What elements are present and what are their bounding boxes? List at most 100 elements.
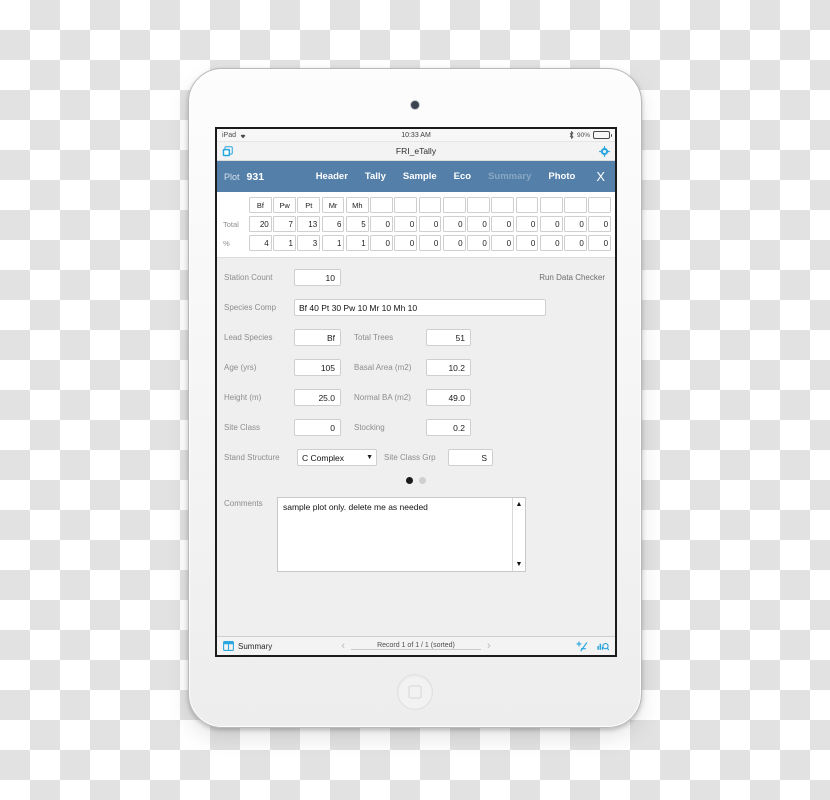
total-cell[interactable]: 5: [345, 216, 369, 232]
percent-cell[interactable]: 1: [345, 235, 369, 251]
total-cell[interactable]: 0: [515, 216, 539, 232]
plot-label: Plot: [224, 171, 240, 182]
total-cell[interactable]: 0: [394, 216, 418, 232]
site-class-label: Site Class: [224, 423, 261, 432]
lead-species-input[interactable]: Bf: [294, 329, 341, 346]
species-header-cell[interactable]: Bf: [249, 197, 272, 213]
basal-area-label: Basal Area (m2): [354, 363, 412, 372]
total-cell[interactable]: 0: [539, 216, 563, 232]
total-trees-input[interactable]: 51: [426, 329, 471, 346]
plot-number-value[interactable]: 931: [247, 171, 265, 183]
record-slider[interactable]: Record 1 of 1 / 1 (sorted): [351, 640, 481, 652]
ipad-screen: iPad 10:33 AM 90% FRI_eTally Plot 931 He…: [215, 127, 617, 657]
lead-species-label: Lead Species: [224, 333, 273, 342]
run-data-checker-button[interactable]: Run Data Checker: [539, 273, 608, 282]
percent-cell[interactable]: 0: [442, 235, 466, 251]
percent-cell[interactable]: 0: [491, 235, 515, 251]
chevron-down-icon: ▼: [366, 454, 373, 461]
total-cell[interactable]: 0: [467, 216, 490, 232]
species-comp-input[interactable]: Bf 40 Pt 30 Pw 10 Mr 10 Mh 10: [294, 299, 546, 316]
species-header-cell[interactable]: [564, 197, 587, 213]
plot-navigation-bar: Plot 931 Header Tally Sample Eco Summary…: [217, 161, 615, 192]
view-switcher[interactable]: Summary: [223, 641, 272, 651]
basal-area-input[interactable]: 10.2: [426, 359, 471, 376]
percent-cell[interactable]: 1: [321, 235, 345, 251]
species-header-cell[interactable]: [588, 197, 612, 213]
species-header-cell[interactable]: [515, 197, 539, 213]
percent-cell[interactable]: 1: [273, 235, 296, 251]
tab-header[interactable]: Header: [316, 171, 348, 182]
total-cell[interactable]: 13: [297, 216, 321, 232]
percent-cell[interactable]: 0: [418, 235, 442, 251]
normal-ba-input[interactable]: 49.0: [426, 389, 471, 406]
page-dot-1[interactable]: [406, 477, 413, 484]
tab-tally[interactable]: Tally: [365, 171, 386, 182]
percent-cell[interactable]: 0: [539, 235, 563, 251]
tab-eco[interactable]: Eco: [454, 171, 471, 182]
percent-cell[interactable]: 4: [249, 235, 272, 251]
species-header-cell[interactable]: [370, 197, 393, 213]
species-header-cell[interactable]: [491, 197, 515, 213]
stocking-label: Stocking: [354, 423, 385, 432]
percent-cell[interactable]: 0: [564, 235, 587, 251]
species-header-cell[interactable]: [467, 197, 490, 213]
tab-summary[interactable]: Summary: [488, 171, 531, 182]
age-input[interactable]: 105: [294, 359, 341, 376]
station-count-row: Station Count 10 Run Data Checker: [224, 267, 608, 288]
species-header-cell[interactable]: Mh: [345, 197, 369, 213]
percent-cell[interactable]: 0: [394, 235, 418, 251]
app-title: FRI_eTally: [395, 146, 437, 156]
age-label: Age (yrs): [224, 363, 257, 372]
species-header-cell[interactable]: [394, 197, 418, 213]
comments-text[interactable]: sample plot only. delete me as needed: [278, 498, 512, 571]
tally-total-row: Total 20 7 13 6 5 0 0 0 0 0 0 0 0 0 0: [221, 216, 612, 232]
height-input[interactable]: 25.0: [294, 389, 341, 406]
page-indicator-dots: [224, 477, 608, 484]
total-cell[interactable]: 0: [418, 216, 442, 232]
normal-ba-label: Normal BA (m2): [354, 393, 411, 402]
comments-scrollbar[interactable]: ▲ ▼: [512, 498, 525, 571]
species-header-cell[interactable]: [539, 197, 563, 213]
summary-form: Station Count 10 Run Data Checker Specie…: [217, 258, 615, 484]
total-cell[interactable]: 0: [370, 216, 393, 232]
total-cell[interactable]: 0: [588, 216, 612, 232]
species-header-cell[interactable]: Pw: [273, 197, 296, 213]
station-count-label: Station Count: [224, 273, 273, 282]
station-count-input[interactable]: 10: [294, 269, 341, 286]
percent-cell[interactable]: 0: [588, 235, 612, 251]
stand-structure-select[interactable]: C Complex ▼: [297, 449, 377, 466]
new-record-icon[interactable]: [576, 640, 588, 652]
nav-tab-list: Header Tally Sample Eco Summary Photo X: [316, 169, 608, 184]
tab-sample[interactable]: Sample: [403, 171, 437, 182]
species-header-cell[interactable]: [442, 197, 466, 213]
species-header-cell[interactable]: Pt: [297, 197, 321, 213]
scroll-up-icon[interactable]: ▲: [516, 501, 523, 508]
percent-cell[interactable]: 3: [297, 235, 321, 251]
table-view-icon[interactable]: [223, 641, 234, 651]
site-class-input[interactable]: 0: [294, 419, 341, 436]
page-dot-2[interactable]: [419, 477, 426, 484]
stocking-input[interactable]: 0.2: [426, 419, 471, 436]
total-cell[interactable]: 20: [249, 216, 272, 232]
species-header-cell[interactable]: [418, 197, 442, 213]
total-cell[interactable]: 0: [491, 216, 515, 232]
close-icon[interactable]: X: [596, 169, 605, 184]
tab-photo[interactable]: Photo: [548, 171, 575, 182]
status-bar-right: 90%: [569, 131, 612, 139]
percent-cell[interactable]: 0: [515, 235, 539, 251]
chevron-right-icon[interactable]: ›: [487, 640, 491, 652]
percent-cell[interactable]: 0: [370, 235, 393, 251]
species-header-cell[interactable]: Mr: [321, 197, 345, 213]
percent-cell[interactable]: 0: [467, 235, 490, 251]
scroll-down-icon[interactable]: ▼: [516, 561, 523, 568]
total-cell[interactable]: 7: [273, 216, 296, 232]
total-cell[interactable]: 0: [442, 216, 466, 232]
total-cell[interactable]: 6: [321, 216, 345, 232]
total-cell[interactable]: 0: [564, 216, 587, 232]
chevron-left-icon[interactable]: ‹: [341, 640, 345, 652]
home-button[interactable]: [397, 674, 433, 710]
find-icon[interactable]: [597, 641, 609, 652]
comments-field[interactable]: sample plot only. delete me as needed ▲ …: [277, 497, 526, 572]
view-label[interactable]: Summary: [238, 642, 272, 651]
site-class-grp-input[interactable]: S: [448, 449, 493, 466]
